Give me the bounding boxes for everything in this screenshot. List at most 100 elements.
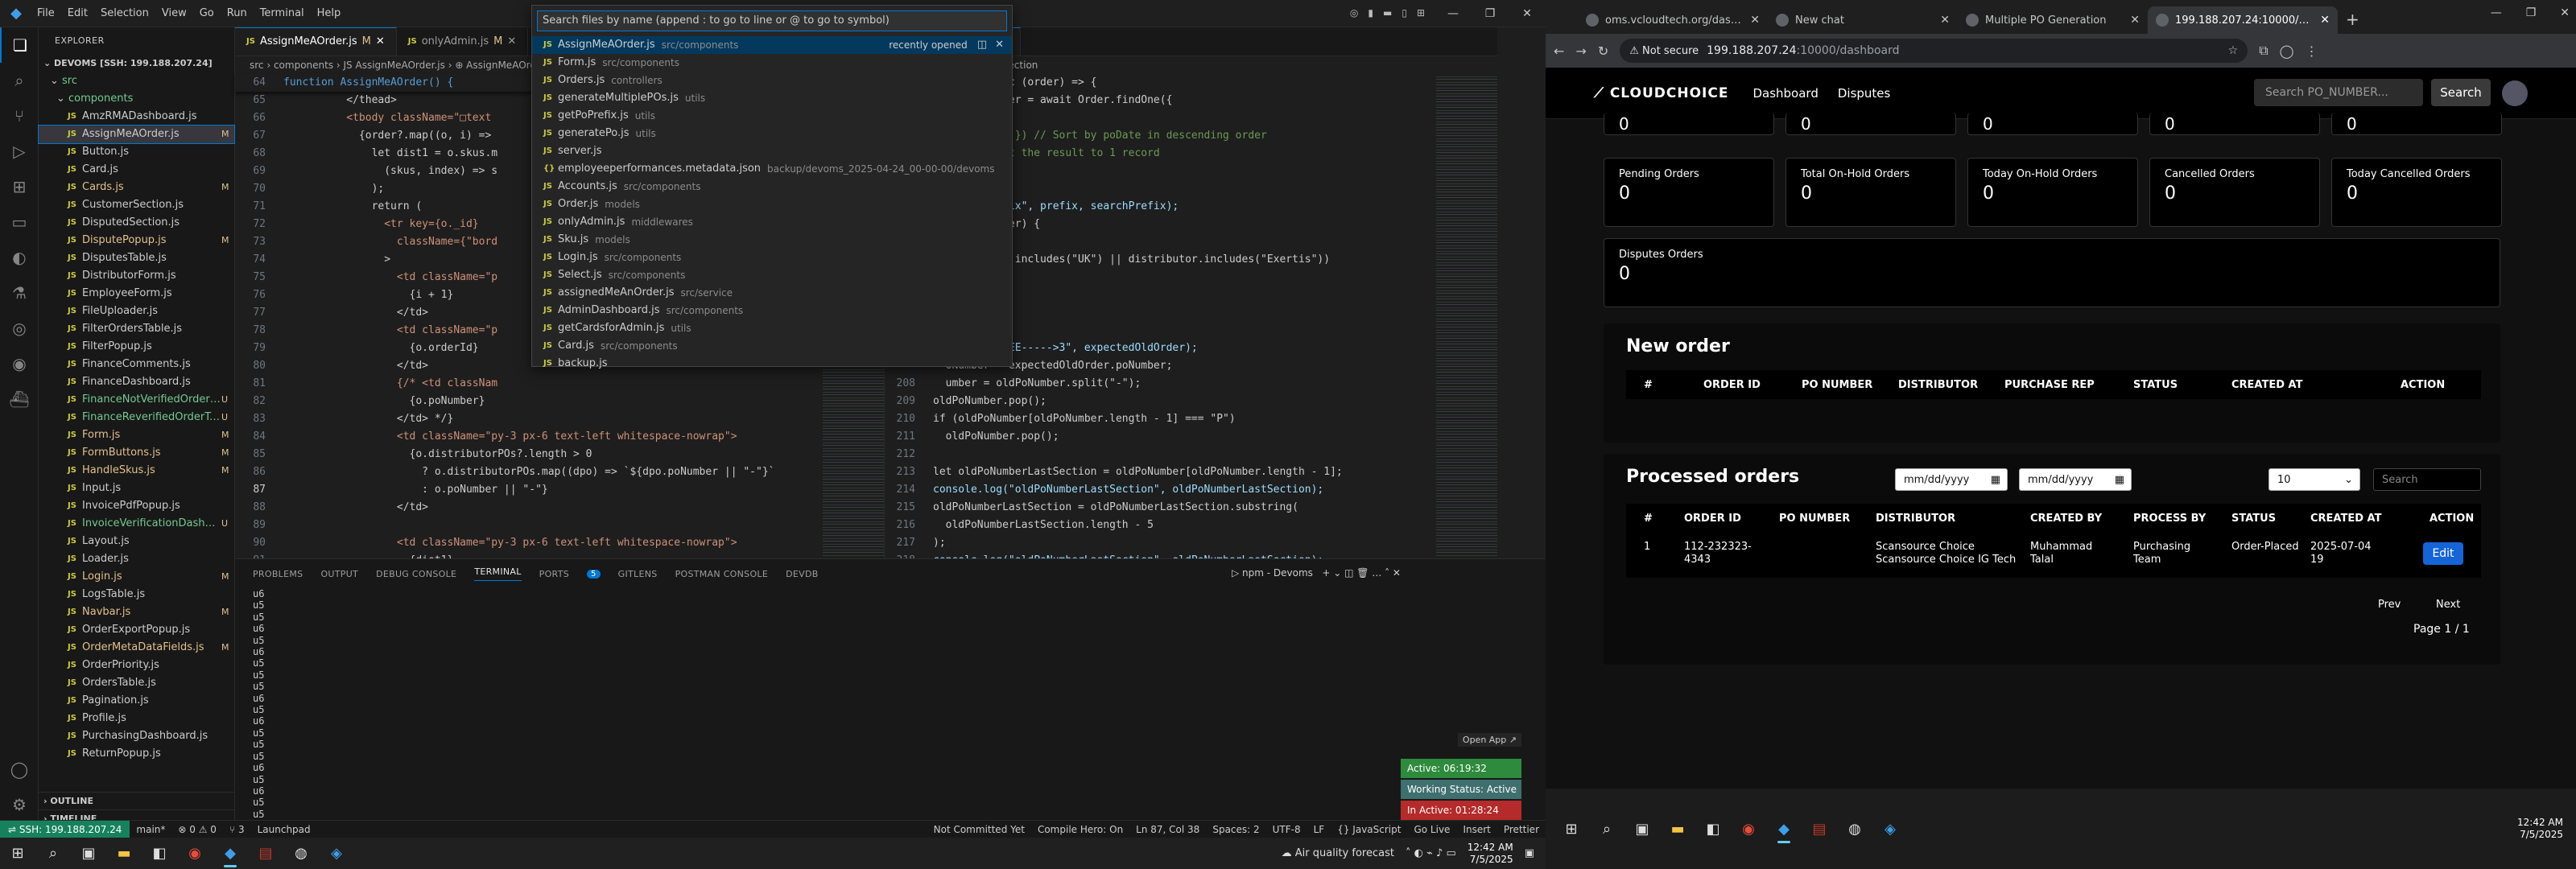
menu-selection[interactable]: Selection — [101, 7, 149, 19]
quick-open-item[interactable]: JS getPoPrefix.js utils — [532, 107, 1012, 125]
customize-layout-icon[interactable]: ⊞ — [1417, 7, 1425, 19]
chrome-menu-icon[interactable]: ⋮ — [2306, 43, 2318, 59]
nav-dashboard[interactable]: Dashboard — [1752, 86, 1818, 101]
quick-open-item[interactable]: JS onlyAdmin.js middlewares — [532, 213, 1012, 231]
status-item[interactable]: Insert — [1456, 824, 1496, 835]
explorer-icon[interactable]: ❏ — [0, 27, 39, 63]
extensions-icon[interactable]: ⊞ — [0, 169, 39, 204]
chrome-icon[interactable]: ◉ — [177, 838, 213, 869]
file-tree-item[interactable]: JS Form.js M — [39, 426, 234, 444]
stat-card[interactable]: Pending Orders 0 — [1604, 158, 1774, 227]
file-tree-item[interactable]: JS Button.js — [39, 143, 234, 161]
split-editor-icon[interactable]: ◫ — [977, 36, 987, 54]
edit-button[interactable]: Edit — [2423, 542, 2463, 565]
status-item[interactable]: Spaces: 2 — [1206, 824, 1265, 835]
menu-file[interactable]: File — [37, 7, 55, 19]
code-line[interactable]: 210 if (oldPoNumber[oldPoNumber.length - … — [885, 410, 1497, 428]
code-line[interactable]: 209 oldPoNumber.pop(); — [885, 393, 1497, 410]
file-tree-item[interactable]: JS FinanceComments.js — [39, 356, 234, 373]
file-tree-item[interactable]: JS FinanceDashboard.js — [39, 373, 234, 391]
status-item[interactable]: Compile Hero: On — [1031, 824, 1129, 835]
quick-open-item[interactable]: JS generatePo.js utils — [532, 125, 1012, 142]
po-search-input[interactable]: Search PO_NUMBER... — [2254, 79, 2423, 106]
file-tree-item[interactable]: JS FileUploader.js — [39, 303, 234, 320]
code-line[interactable]: 215 oldPoNumberLastSection = oldPoNumberL… — [885, 499, 1497, 517]
file-tree-item[interactable]: JS FilterOrdersTable.js — [39, 320, 234, 338]
quick-open-item[interactable]: JS generateMultiplePOs.js utils — [532, 89, 1012, 107]
code-line[interactable]: 208 umber = oldPoNumber.split("-"); — [885, 375, 1497, 393]
quick-open-item[interactable]: JS getCardsforAdmin.js utils — [532, 319, 1012, 337]
file-tree-item[interactable]: JS EmployeeForm.js — [39, 285, 234, 303]
stat-card[interactable]: Cancelled Orders 0 — [2149, 158, 2320, 227]
tab-close-icon[interactable]: ✕ — [2130, 14, 2140, 27]
minimize-icon[interactable]: — — [2491, 6, 2502, 19]
file-tree-item[interactable]: JS AssignMeAOrder.js M — [38, 125, 235, 144]
postman-icon[interactable]: ◉ — [0, 346, 39, 381]
browser-tab[interactable]: oms.vcloudtech.org/dashboard ✕ — [1578, 6, 1768, 34]
status-item[interactable]: LF — [1307, 824, 1331, 835]
account-icon[interactable]: ◯ — [0, 752, 39, 787]
quick-open-item[interactable]: JS Orders.js controllers — [532, 72, 1012, 89]
quick-open-item[interactable]: JS backup.js — [532, 355, 1012, 373]
status-item[interactable]: Prettier — [1497, 824, 1546, 835]
remote-desktop-icon[interactable]: ◈ — [319, 838, 354, 869]
new-tab-icon[interactable]: + — [2346, 10, 2359, 29]
tab-close-icon[interactable]: ✕ — [1750, 14, 1760, 27]
status-item[interactable]: ⑂ 3 — [223, 824, 251, 835]
remote-explorer-icon[interactable]: ▭ — [0, 204, 39, 240]
status-item[interactable]: {} JavaScript — [1331, 824, 1407, 835]
notification-icon[interactable]: ▣ — [1525, 847, 1534, 859]
file-tree-item[interactable]: JS LogsTable.js — [39, 586, 234, 603]
file-tree-item[interactable]: JS DisputedSection.js — [39, 214, 234, 232]
menu-edit[interactable]: Edit — [68, 7, 88, 19]
file-tree-item[interactable]: JS Profile.js — [39, 710, 234, 727]
chrome-icon[interactable]: ◉ — [1731, 813, 1766, 845]
file-tree-item[interactable]: JS InvoiceVerificationDashbo... U — [39, 515, 234, 533]
file-tree-item[interactable]: JS OrderExportPopup.js — [39, 621, 234, 639]
file-explorer-icon[interactable]: ▬ — [1660, 813, 1695, 845]
code-line[interactable]: 213 let oldPoNumberLastSection = oldPoNum… — [885, 463, 1497, 481]
status-item[interactable]: ⊗ 0 ⚠ 0 — [171, 824, 223, 835]
toggle-sidebar-icon[interactable]: ▮ — [1368, 7, 1373, 19]
quick-open-item[interactable]: JS Sku.js models — [532, 231, 1012, 249]
code-line[interactable]: 84 <td className="py-3 px-6 text-left wh… — [235, 428, 884, 446]
panel-tab-postman-console[interactable]: POSTMAN CONSOLE — [675, 569, 769, 579]
file-tree-item[interactable]: JS Card.js — [39, 161, 234, 179]
file-tree-item[interactable]: JS PurchasingDashboard.js — [39, 727, 234, 745]
file-tree-item[interactable]: JS Input.js — [39, 480, 234, 497]
quick-open-item[interactable]: JS AdminDashboard.js src/components — [532, 302, 1012, 319]
quick-open-item[interactable]: JS Card.js src/components — [532, 337, 1012, 355]
file-tree-item[interactable]: JS FormButtons.js M — [39, 444, 234, 462]
browser-tab[interactable]: Multiple PO Generation ✕ — [1958, 6, 2148, 34]
panel-tab-problems[interactable]: PROBLEMS — [253, 569, 303, 579]
close-icon[interactable]: ✕ — [2560, 6, 2570, 19]
code-line[interactable]: 88 </td> — [235, 499, 884, 517]
file-tree-item[interactable]: JS Loader.js — [39, 550, 234, 568]
sticky-scroll-line[interactable]: function AssignMeAOrder() { — [283, 74, 453, 92]
start-icon[interactable]: ⊞ — [0, 838, 35, 869]
code-line[interactable]: 90 <td className="py-3 px-6 text-left wh… — [235, 534, 884, 552]
file-tree-item[interactable]: JS OrderPriority.js — [39, 657, 234, 674]
quick-open-input[interactable]: Search files by name (append : to go to … — [537, 10, 1007, 31]
status-item[interactable]: Go Live — [1407, 824, 1456, 835]
menu-terminal[interactable]: Terminal — [260, 7, 304, 19]
extensions-icon[interactable]: ⧉ — [2259, 43, 2268, 59]
work-status-badge[interactable]: In Active: 01:28:24 — [1401, 801, 1521, 820]
run-debug-icon[interactable]: ▷ — [0, 134, 39, 169]
tab-close-icon[interactable]: ✕ — [2320, 14, 2330, 27]
back-icon[interactable]: ← — [1554, 43, 1564, 59]
menu-help[interactable]: Help — [317, 7, 341, 19]
outline-section[interactable]: › OUTLINE — [39, 792, 235, 809]
quick-open-item[interactable]: JS Order.js models — [532, 196, 1012, 213]
avatar[interactable] — [2502, 80, 2528, 106]
tab-close-icon[interactable]: ✕ — [507, 27, 516, 56]
file-tree-item[interactable]: JS DisputePopup.js M — [39, 232, 234, 249]
brand-logo[interactable]: ⟋ CLOUDCHOICE — [1594, 85, 1728, 101]
minimap-right[interactable] — [1436, 74, 1497, 557]
file-tree-item[interactable]: JS DistributorForm.js — [39, 267, 234, 285]
file-tree-item[interactable]: JS OrdersTable.js — [39, 674, 234, 692]
code-line[interactable]: 85 {o.distributorPOs?.length > 0 — [235, 446, 884, 463]
file-tree-item[interactable]: JS Login.js M — [39, 568, 234, 586]
store-icon[interactable]: ◧ — [142, 838, 177, 869]
source-control-icon[interactable]: ⑂ — [0, 98, 39, 134]
